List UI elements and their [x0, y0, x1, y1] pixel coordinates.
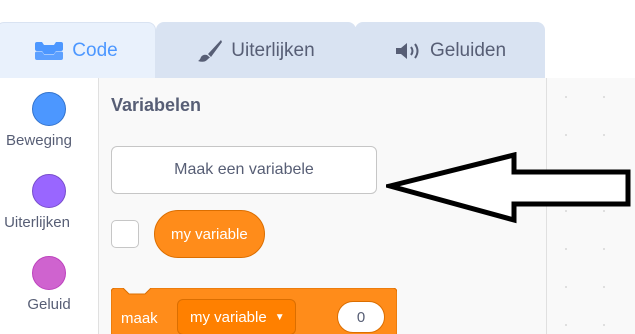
- variable-monitor-checkbox[interactable]: [111, 220, 139, 248]
- category-menu: Beweging Uiterlijken Geluid: [0, 78, 99, 334]
- set-value-input[interactable]: 0: [337, 301, 385, 333]
- tab-sounds-label: Geluiden: [429, 39, 507, 61]
- variable-dropdown-value: my variable: [190, 308, 267, 326]
- category-looks[interactable]: Uiterlijken: [0, 174, 98, 246]
- tab-costumes-label: Uiterlijken: [231, 39, 315, 61]
- paintbrush-icon: [197, 39, 223, 63]
- category-motion-label: Beweging: [6, 132, 72, 149]
- tab-costumes[interactable]: Uiterlijken: [156, 22, 356, 78]
- speaker-icon: [394, 41, 422, 61]
- category-sound-dot: [32, 256, 66, 290]
- editor-tab-bar: Code Uiterlijken Geluiden: [0, 0, 635, 78]
- set-variable-block[interactable]: maak my variable ▼ 0: [111, 288, 397, 334]
- category-looks-dot: [32, 174, 66, 208]
- variables-section-title: Variabelen: [111, 95, 202, 115]
- tab-code[interactable]: Code: [0, 22, 156, 78]
- tab-sounds[interactable]: Geluiden: [355, 22, 545, 78]
- my-variable-reporter-label: my variable: [171, 225, 248, 243]
- annotation-arrow-icon: [386, 152, 631, 224]
- code-icon: [34, 41, 64, 61]
- category-sound-label: Geluid: [27, 296, 71, 313]
- scratch-editor: Code Uiterlijken Geluiden Beweging Uiter…: [0, 0, 635, 334]
- set-block-label: maak: [121, 310, 158, 327]
- tab-code-label: Code: [72, 39, 118, 61]
- my-variable-reporter-block[interactable]: my variable: [154, 210, 265, 258]
- variable-dropdown[interactable]: my variable ▼: [177, 299, 296, 334]
- category-motion-dot: [32, 92, 66, 126]
- caret-down-icon: ▼: [274, 311, 285, 323]
- make-variable-button[interactable]: Maak een variabele: [111, 146, 377, 194]
- category-motion[interactable]: Beweging: [0, 92, 98, 164]
- category-sound[interactable]: Geluid: [0, 256, 98, 328]
- category-looks-label: Uiterlijken: [4, 214, 70, 231]
